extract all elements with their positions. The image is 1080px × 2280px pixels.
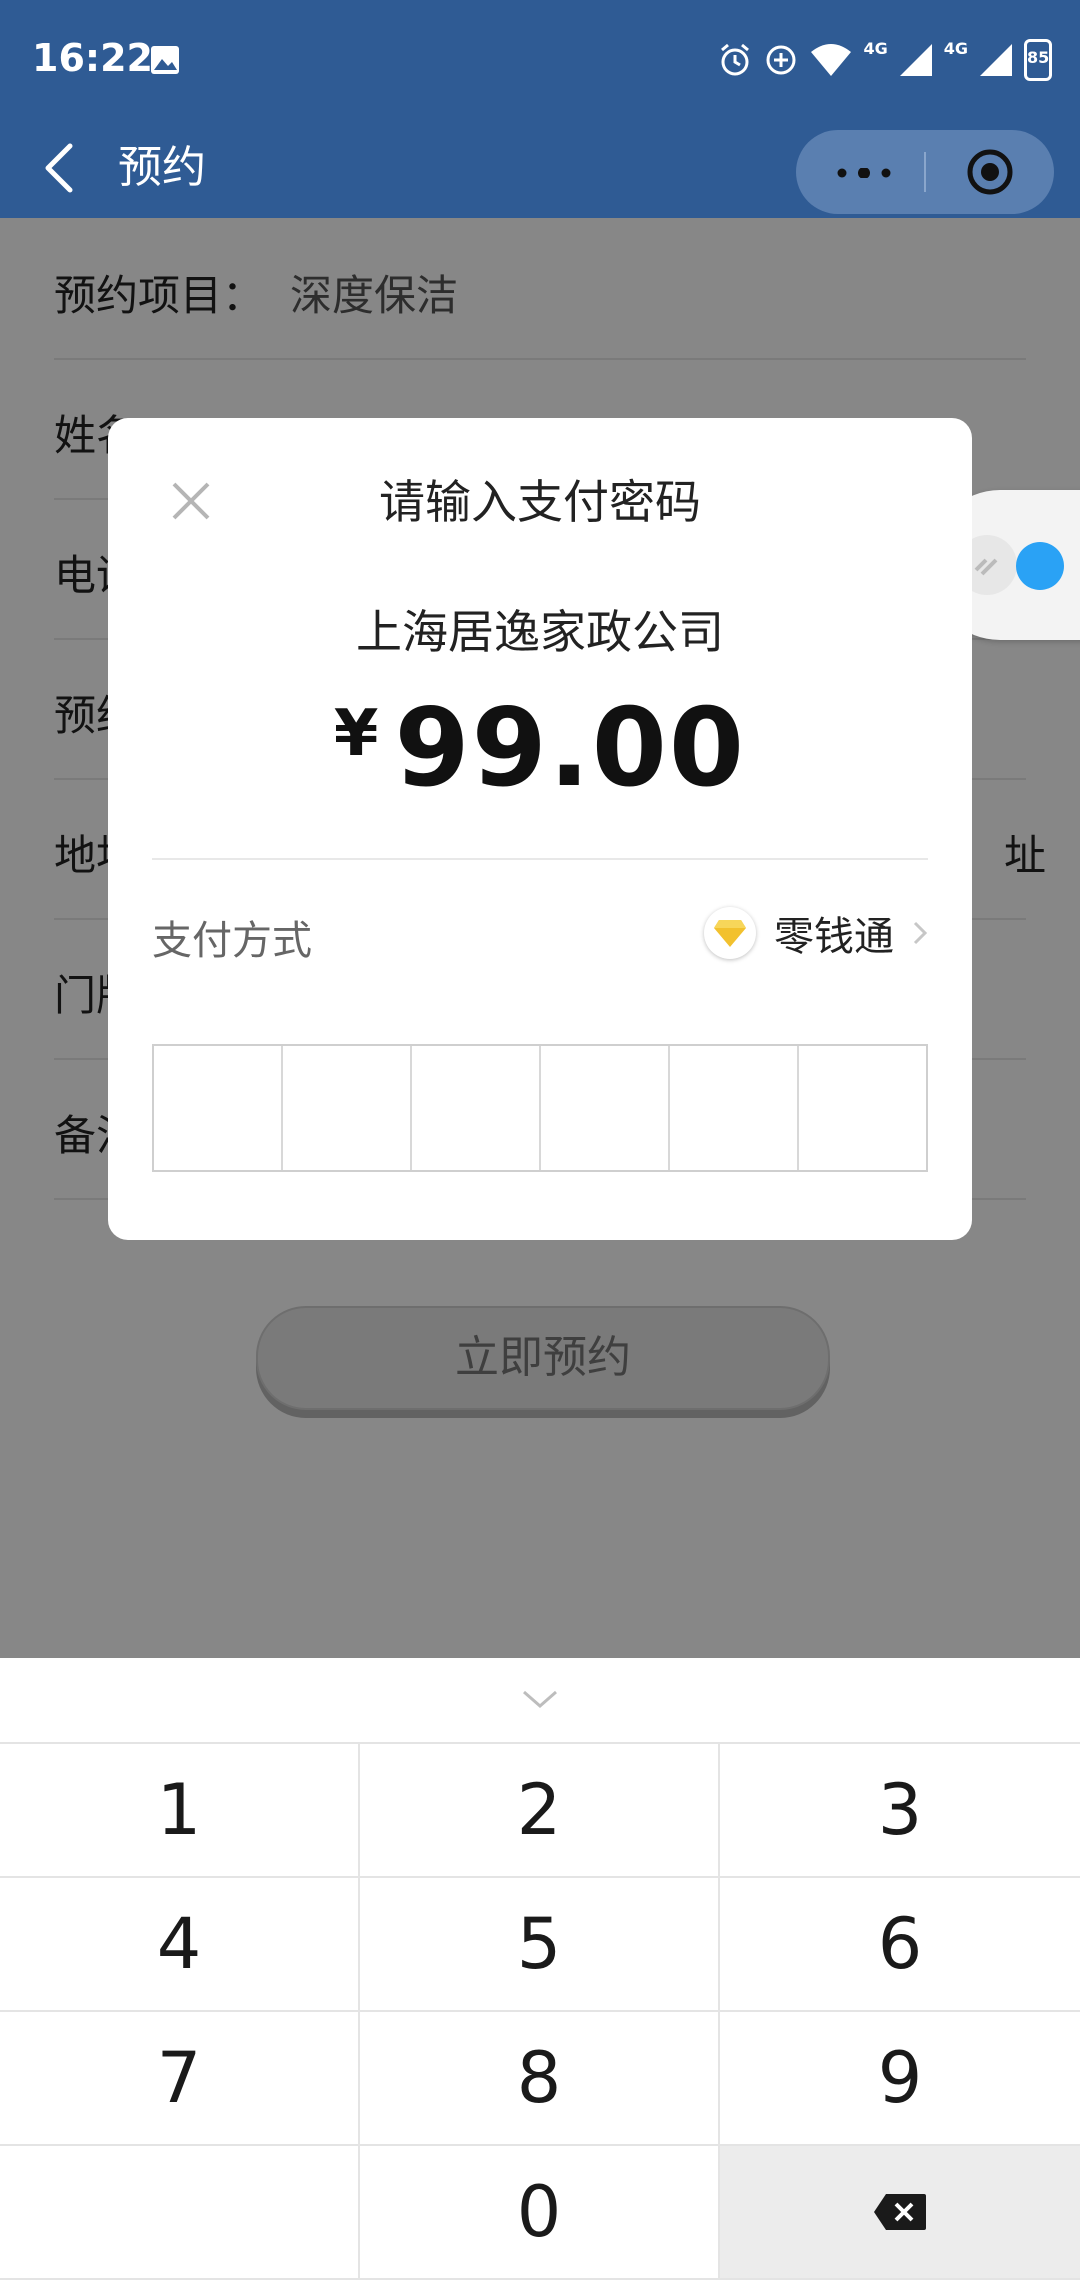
key-5[interactable]: 5 <box>360 1878 720 2012</box>
pay-method-selector[interactable]: 零钱通 <box>704 904 928 962</box>
delete-key[interactable] <box>720 2146 1080 2280</box>
key-2[interactable]: 2 <box>360 1744 720 1878</box>
password-input[interactable] <box>152 1044 928 1172</box>
key-0[interactable]: 0 <box>360 2146 720 2280</box>
battery-icon: 85 <box>1024 39 1052 81</box>
amount-value: 99.00 <box>394 686 747 811</box>
numeric-keyboard: 1 2 3 4 5 6 7 8 9 0 <box>0 1658 1080 2280</box>
data-saver-icon <box>766 45 796 75</box>
chevron-down-icon[interactable] <box>520 1688 560 1712</box>
diamond-icon <box>704 907 756 959</box>
signal-icon-2 <box>980 44 1012 76</box>
status-time: 16:22 <box>32 36 153 80</box>
back-arrow-icon[interactable] <box>40 142 80 194</box>
image-icon <box>151 46 179 74</box>
password-digit-cell <box>541 1046 670 1170</box>
network-type: 4G <box>863 38 888 58</box>
more-icon[interactable] <box>834 168 894 178</box>
password-digit-cell <box>799 1046 926 1170</box>
page-title: 预约 <box>118 142 206 193</box>
mini-program-capsule <box>796 130 1054 214</box>
currency-symbol: ¥ <box>333 697 379 771</box>
password-digit-cell <box>283 1046 412 1170</box>
key-9[interactable]: 9 <box>720 2012 1080 2146</box>
password-digit-cell <box>412 1046 541 1170</box>
alarm-icon <box>721 43 750 76</box>
key-6[interactable]: 6 <box>720 1878 1080 2012</box>
divider <box>152 858 928 860</box>
key-8[interactable]: 8 <box>360 2012 720 2146</box>
pay-method-label: 支付方式 <box>152 918 312 964</box>
password-digit-cell <box>670 1046 799 1170</box>
merchant-name: 上海居逸家政公司 <box>356 605 724 659</box>
network-type-2: 4G <box>943 38 968 58</box>
nav-bar: 预约 <box>0 120 1080 218</box>
key-3[interactable]: 3 <box>720 1744 1080 1878</box>
payment-amount: ¥99.00 <box>108 686 972 811</box>
key-4[interactable]: 4 <box>0 1878 360 2012</box>
pay-method-name: 零钱通 <box>774 914 894 960</box>
key-blank <box>0 2146 360 2280</box>
password-digit-cell <box>154 1046 283 1170</box>
battery-level: 85 <box>1027 48 1050 67</box>
wifi-icon <box>811 44 852 76</box>
key-1[interactable]: 1 <box>0 1744 360 1878</box>
capsule-divider <box>924 152 926 192</box>
dialog-title: 请输入支付密码 <box>379 475 701 529</box>
status-icons: 4G 4G 85 <box>717 38 1052 82</box>
backspace-icon <box>874 2194 926 2230</box>
payment-dialog: 请输入支付密码 上海居逸家政公司 ¥99.00 支付方式 零钱通 <box>108 418 972 1240</box>
key-7[interactable]: 7 <box>0 2012 360 2146</box>
target-icon[interactable] <box>966 148 1014 196</box>
notification-dot <box>1016 542 1064 590</box>
keyboard-header <box>0 1658 1080 1744</box>
chevron-right-icon <box>913 921 928 945</box>
signal-icon <box>899 44 932 76</box>
keypad: 1 2 3 4 5 6 7 8 9 0 <box>0 1744 1080 2280</box>
status-bar: 16:22 4G 4G 85 <box>0 0 1080 120</box>
